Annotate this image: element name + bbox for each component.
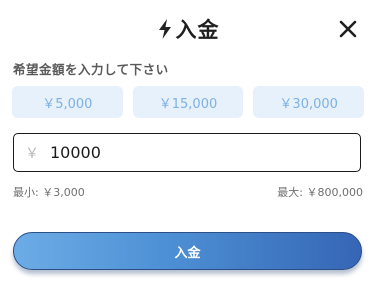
title-group: 入金: [157, 14, 220, 44]
min-amount: 最小: ￥3,000: [13, 186, 85, 199]
deposit-modal: 入金 希望金額を入力して下さい ￥5,000 ￥15,000 ￥30,000 ￥…: [0, 0, 376, 294]
preset-button-15000[interactable]: ￥15,000: [132, 86, 244, 118]
close-icon: [339, 20, 357, 38]
yen-prefix: ￥: [25, 145, 39, 162]
max-amount: 最大: ￥800,000: [277, 186, 363, 199]
preset-amounts: ￥5,000 ￥15,000 ￥30,000: [12, 86, 365, 118]
modal-title: 入金: [175, 18, 220, 42]
close-button[interactable]: [334, 15, 362, 43]
amount-input[interactable]: [50, 137, 340, 168]
preset-button-5000[interactable]: ￥5,000: [12, 86, 123, 118]
modal-header: 入金: [0, 12, 376, 46]
preset-button-30000[interactable]: ￥30,000: [253, 86, 365, 118]
amount-limits: 最小: ￥3,000 最大: ￥800,000: [13, 184, 363, 200]
amount-field[interactable]: ￥: [13, 133, 361, 172]
amount-prompt: 希望金額を入力して下さい: [13, 62, 169, 77]
deposit-submit-button[interactable]: 入金: [13, 232, 362, 270]
lightning-bolt-icon: [157, 18, 173, 40]
